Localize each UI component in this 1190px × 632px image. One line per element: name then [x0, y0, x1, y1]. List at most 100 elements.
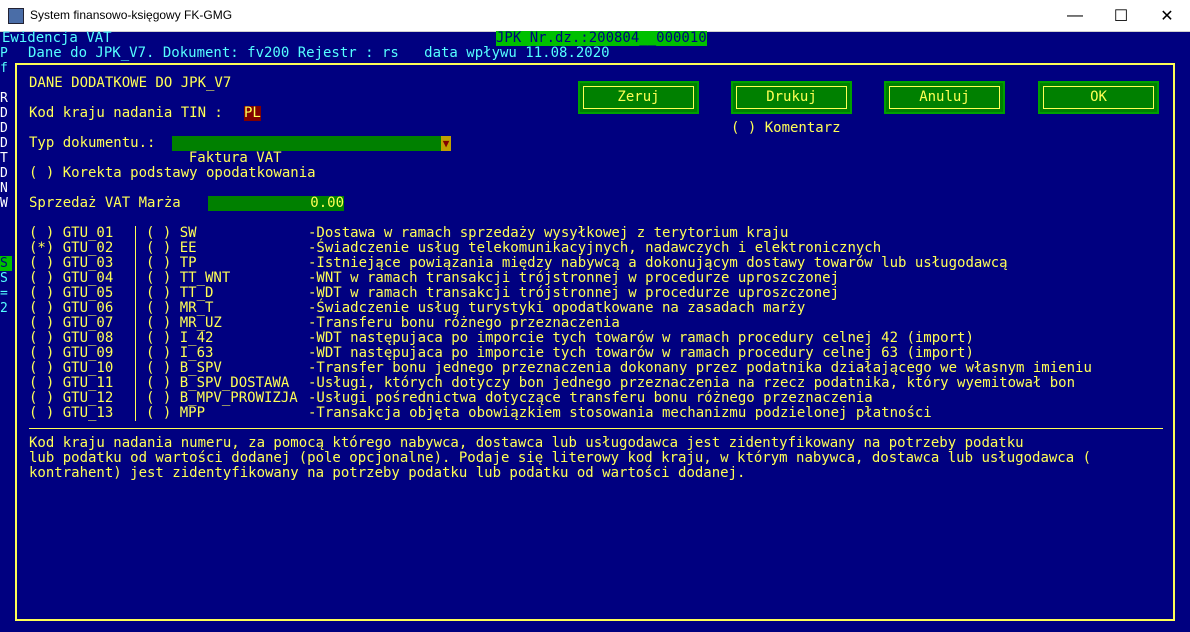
gtu-description: -Transfer bonu jednego przeznaczenia dok…	[308, 360, 1092, 376]
gtu-radio[interactable]: ( ) GTU_09	[29, 346, 113, 361]
gtu-row: ( ) GTU_08 ( ) I_42 -WDT następujaca po im…	[29, 331, 1169, 346]
gtu-row: ( ) GTU_12 ( ) B_MPV_PROWIZJA -Usługi pośr…	[29, 391, 1169, 406]
gtu-radio[interactable]: ( ) GTU_08	[29, 331, 113, 346]
document-info: Dane do JPK_V7. Dokument: fv200 Rejestr …	[28, 45, 610, 61]
gtu-row: ( ) GTU_04 ( ) TT_WNT -WNT w ramach transa…	[29, 271, 1169, 286]
side-letter: N	[0, 181, 8, 196]
help-separator	[29, 428, 1163, 429]
side-letter: R	[0, 91, 8, 106]
column-separator	[135, 331, 136, 346]
close-icon: ✕	[1160, 7, 1174, 25]
side-letter: D	[0, 121, 8, 136]
dialog-heading: DANE DODATKOWE DO JPK_V7	[29, 75, 232, 91]
column-separator	[135, 316, 136, 331]
ok-button-label: OK	[1043, 86, 1154, 109]
zeruj-button[interactable]: Zeruj	[578, 81, 699, 114]
gtu-radio[interactable]: ( ) GTU_03	[29, 256, 113, 271]
procedure-radio[interactable]: ( ) TT_D	[146, 286, 213, 301]
gtu-radio[interactable]: ( ) GTU_13	[29, 406, 113, 421]
gtu-description: -Transferu bonu różnego przeznaczenia	[308, 315, 620, 331]
gtu-radio[interactable]: ( ) GTU_05	[29, 286, 113, 301]
column-separator	[135, 226, 136, 241]
column-separator	[135, 346, 136, 361]
side-letter: S	[0, 256, 12, 271]
drukuj-button-label: Drukuj	[736, 86, 847, 109]
gtu-radio[interactable]: ( ) GTU_01	[29, 226, 113, 241]
column-separator	[135, 391, 136, 406]
side-letter: T	[0, 151, 8, 166]
gtu-description: -Świadczenie usług telekomunikacyjnych, …	[308, 240, 882, 256]
gtu-row: ( ) GTU_06 ( ) MR_T -Świadczenie usług tur…	[29, 301, 1169, 316]
procedure-radio[interactable]: ( ) MR_T	[146, 301, 213, 316]
gtu-radio[interactable]: (*) GTU_02	[29, 241, 113, 256]
procedure-radio[interactable]: ( ) TP	[146, 256, 197, 271]
minimize-button[interactable]: —	[1052, 0, 1098, 31]
column-separator	[135, 301, 136, 316]
gtu-radio[interactable]: ( ) GTU_11	[29, 376, 113, 391]
korekta-radio[interactable]: ( ) Korekta podstawy opodatkowania	[29, 166, 316, 181]
procedure-radio[interactable]: ( ) B_SPV_DOSTAWA	[146, 376, 289, 391]
gtu-row: ( ) GTU_05 ( ) TT_D -WDT w ramach transakc…	[29, 286, 1169, 301]
procedure-radio[interactable]: ( ) B_SPV	[146, 361, 222, 376]
gtu-description: -WNT w ramach transakcji trójstronnej w …	[308, 270, 840, 286]
gtu-radio[interactable]: ( ) GTU_10	[29, 361, 113, 376]
marza-value-field[interactable]: 0.00	[208, 196, 344, 211]
procedure-radio[interactable]: ( ) EE	[146, 241, 197, 256]
side-letter: S	[0, 271, 8, 286]
dropdown-arrow-icon[interactable]: ▼	[441, 136, 451, 151]
gtu-row: ( ) GTU_13 ( ) MPP -Transakcja objęta obow…	[29, 406, 1169, 421]
jpk-number: JPK Nr.dz.:200804__000010	[496, 30, 707, 46]
gtu-description: -Istniejące powiązania między nabywcą a …	[308, 255, 1008, 271]
gtu-radio[interactable]: ( ) GTU_06	[29, 301, 113, 316]
gtu-row: ( ) GTU_10 ( ) B_SPV -Transfer bonu jedneg…	[29, 361, 1169, 376]
side-letter: P	[0, 46, 8, 61]
drukuj-button[interactable]: Drukuj	[731, 81, 852, 114]
column-separator	[135, 241, 136, 256]
procedure-radio[interactable]: ( ) I_42	[146, 331, 213, 346]
gtu-radio[interactable]: ( ) GTU_12	[29, 391, 113, 406]
gtu-description: -Dostawa w ramach sprzedaży wysyłkowej z…	[308, 225, 789, 241]
anuluj-button[interactable]: Anuluj	[884, 81, 1005, 114]
doc-type-label: Typ dokumentu.:	[29, 135, 156, 151]
ok-button[interactable]: OK	[1038, 81, 1159, 114]
column-separator	[135, 256, 136, 271]
column-separator	[135, 271, 136, 286]
column-separator	[135, 406, 136, 421]
komentarz-radio[interactable]: ( ) Komentarz	[731, 121, 841, 136]
side-letter: W	[0, 196, 8, 211]
help-line-1: Kod kraju nadania numeru, za pomocą któr…	[29, 435, 1024, 451]
procedure-radio[interactable]: ( ) TT_WNT	[146, 271, 230, 286]
gtu-row: ( ) GTU_11 ( ) B_SPV_DOSTAWA -Usługi, któr…	[29, 376, 1169, 391]
gtu-description: -Usługi pośrednictwa dotyczące transferu…	[308, 390, 873, 406]
maximize-button[interactable]: ☐	[1098, 0, 1144, 31]
procedure-radio[interactable]: ( ) MR_UZ	[146, 316, 222, 331]
help-line-2: lub podatku od wartości dodanej (pole op…	[29, 450, 1092, 466]
side-letter: 2	[0, 301, 8, 316]
gtu-row: (*) GTU_02 ( ) EE -Świadczenie usług telek…	[29, 241, 1169, 256]
header-left-text: Ewidencja VAT	[2, 30, 112, 46]
help-line-3: kontrahent) jest zidentyfikowany na potr…	[29, 465, 746, 481]
procedure-radio[interactable]: ( ) B_MPV_PROWIZJA	[146, 391, 298, 406]
anuluj-button-label: Anuluj	[889, 86, 1000, 109]
column-separator	[135, 376, 136, 391]
procedure-radio[interactable]: ( ) MPP	[146, 406, 205, 421]
close-button[interactable]: ✕	[1144, 0, 1190, 31]
gtu-description: -Usługi, których dotyczy bon jednego prz…	[308, 375, 1076, 391]
gtu-radio[interactable]: ( ) GTU_04	[29, 271, 113, 286]
tin-label: Kod kraju nadania TIN :	[29, 105, 223, 121]
procedure-radio[interactable]: ( ) SW	[146, 226, 197, 241]
gtu-radio[interactable]: ( ) GTU_07	[29, 316, 113, 331]
procedure-radio[interactable]: ( ) I_63	[146, 346, 213, 361]
gtu-row: ( ) GTU_03 ( ) TP -Istniejące powiązania m…	[29, 256, 1169, 271]
doc-type-value: Faktura VAT	[188, 150, 282, 166]
tin-country-field[interactable]: PL	[244, 106, 261, 121]
gtu-description: -WDT w ramach transakcji trójstronnej w …	[308, 285, 840, 301]
app-icon	[8, 8, 24, 24]
window-titlebar: System finansowo-księgowy FK-GMG — ☐ ✕	[0, 0, 1190, 32]
window-title: System finansowo-księgowy FK-GMG	[30, 8, 233, 22]
doc-type-select[interactable]: Faktura VAT ▼	[172, 136, 451, 166]
gtu-row: ( ) GTU_07 ( ) MR_UZ -Transferu bonu różne…	[29, 316, 1169, 331]
gtu-row: ( ) GTU_01 ( ) SW -Dostawa w ramach sprzed…	[29, 226, 1169, 241]
gtu-description: -WDT następujaca po imporcie tych towaró…	[308, 345, 974, 361]
gtu-row: ( ) GTU_09 ( ) I_63 -WDT następujaca po im…	[29, 346, 1169, 361]
